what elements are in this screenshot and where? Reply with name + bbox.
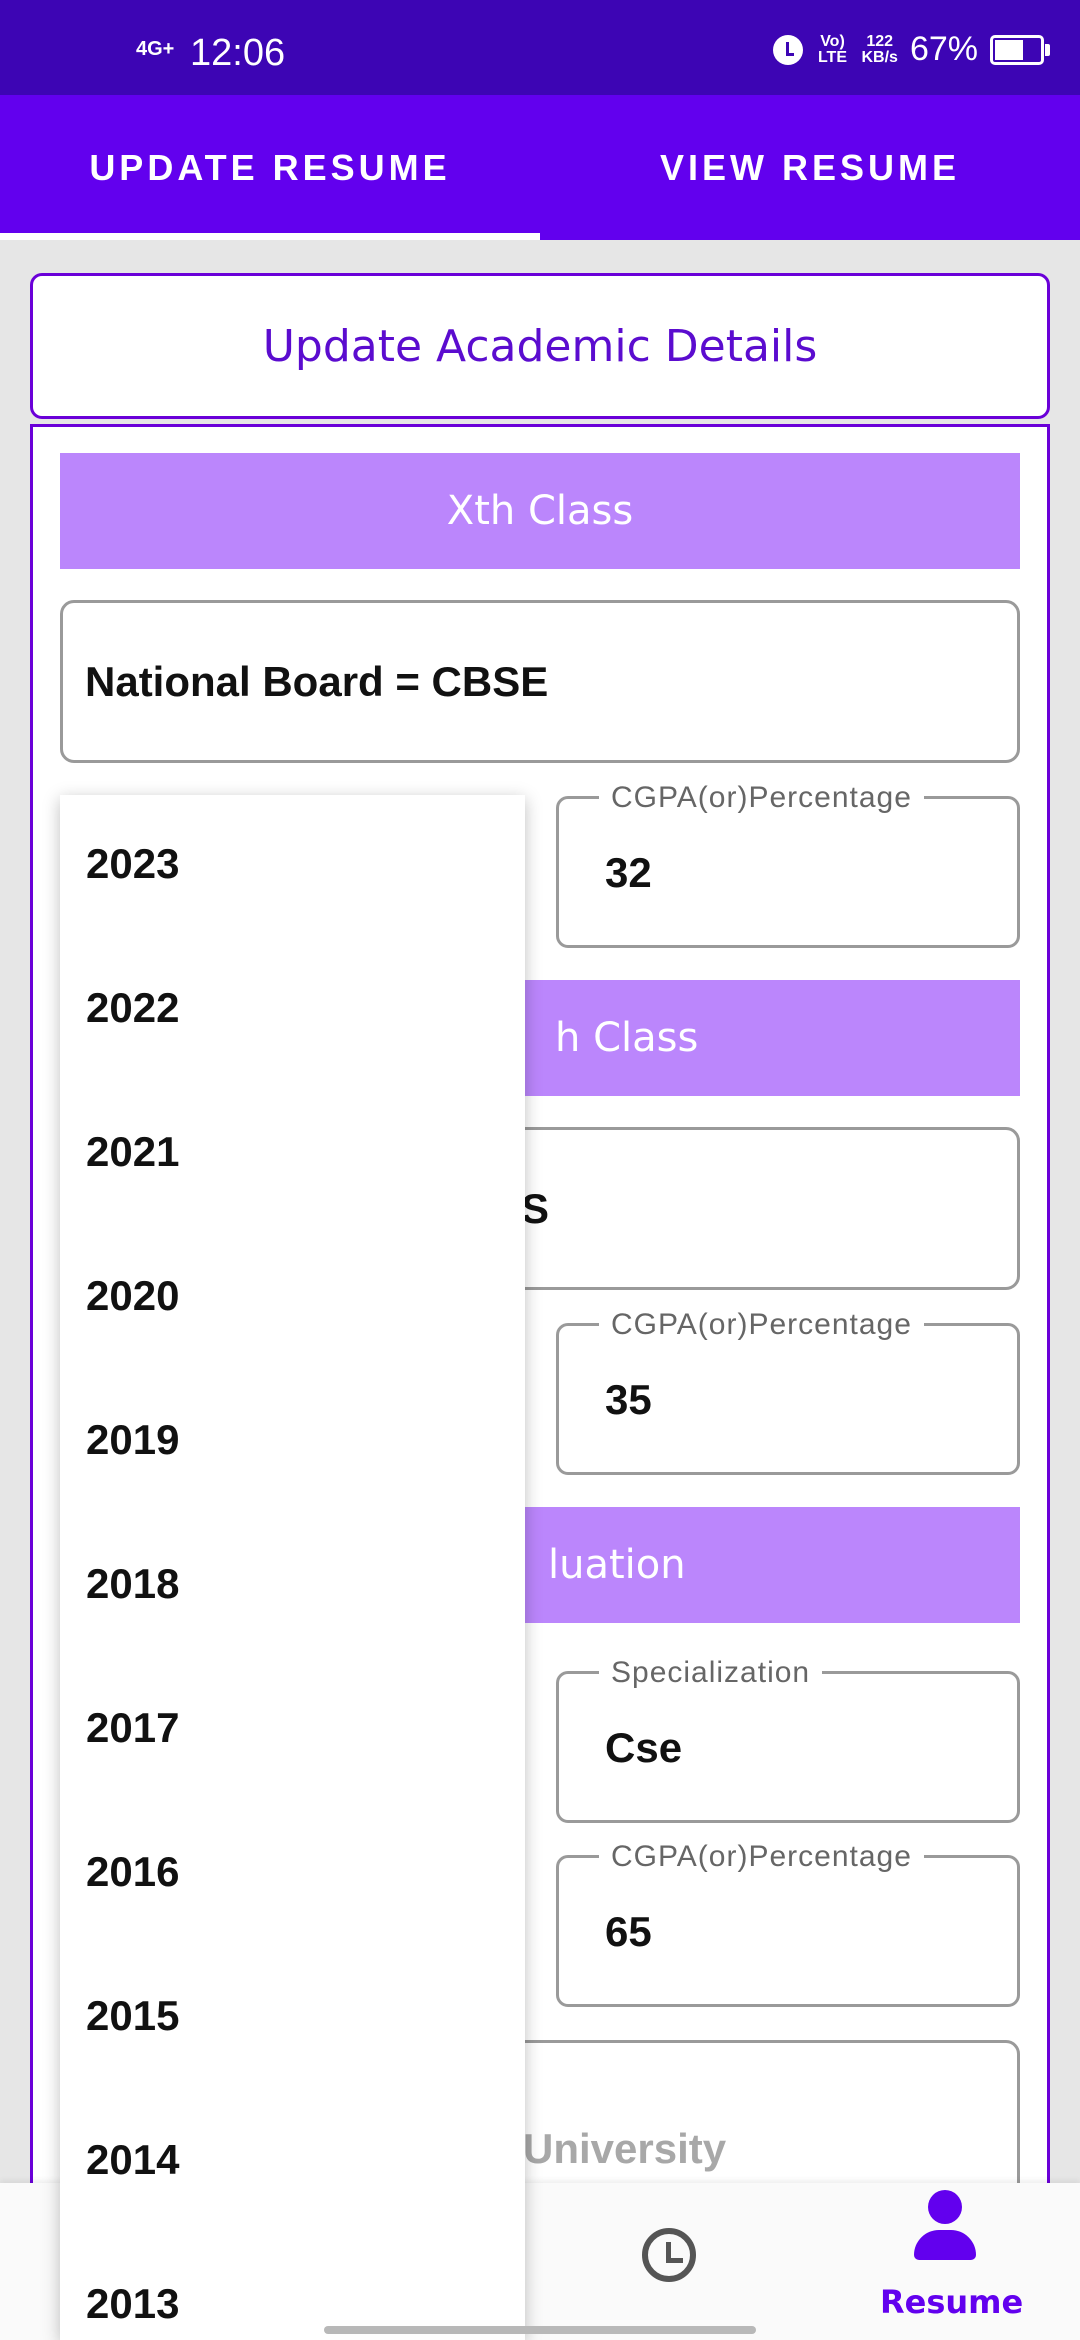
dropdown-item-year[interactable]: 2017 <box>86 1704 179 1752</box>
tab-view-resume[interactable]: VIEW RESUME <box>540 95 1080 240</box>
cgpa-field-xiith[interactable]: CGPA(or)Percentage 35 <box>556 1308 1020 1475</box>
tab-bar: UPDATE RESUME VIEW RESUME <box>0 95 1080 240</box>
section-graduation-title: luation <box>548 1542 686 1588</box>
board-select-xth[interactable]: National Board = CBSE <box>60 600 1020 763</box>
specialization-field[interactable]: Specialization Cse <box>556 1656 1020 1823</box>
nav-resume-label[interactable]: Resume <box>880 2283 1023 2321</box>
dropdown-item-year[interactable]: 2023 <box>86 840 179 888</box>
cgpa-value-xiith: 35 <box>605 1376 652 1423</box>
cgpa-value-graduation: 65 <box>605 1908 652 1955</box>
dropdown-item-year[interactable]: 2021 <box>86 1128 179 1176</box>
university-placeholder: University <box>523 2125 727 2172</box>
network-speed-value: 122 <box>866 32 894 50</box>
cgpa-label-xth: CGPA(or)Percentage <box>599 781 924 815</box>
network-indicator: 4G+ <box>136 38 175 60</box>
cgpa-label-xiith: CGPA(or)Percentage <box>599 1308 924 1342</box>
page-title: Update Academic Details <box>30 273 1050 419</box>
section-xiith-title: h Class <box>555 1015 699 1061</box>
cgpa-value-xth: 32 <box>605 849 652 896</box>
status-bar: 4G+ 12:06 Vo) LTE 122 KB/s 67% <box>0 0 1080 95</box>
battery-fill <box>995 39 1024 60</box>
battery-percent: 67% <box>909 30 978 68</box>
board-value-xiith: S <box>521 1184 550 1232</box>
dropdown-item-year[interactable]: 2013 <box>86 2280 179 2328</box>
network-speed: 122 KB/s <box>861 32 898 66</box>
home-indicator <box>324 2326 756 2334</box>
year-dropdown: 2023 2022 2021 2020 2019 2018 2017 2016 2015 2014… <box>60 795 525 2340</box>
history-icon[interactable] <box>642 2228 696 2282</box>
tab-update-resume[interactable]: UPDATE RESUME <box>0 95 540 240</box>
cgpa-field-graduation[interactable]: CGPA(or)Percentage 65 <box>556 1840 1020 2007</box>
specialization-value: Cse <box>605 1724 683 1771</box>
specialization-label: Specialization <box>599 1656 823 1690</box>
dropdown-item-year[interactable]: 2015 <box>86 1992 179 2040</box>
alarm-icon <box>773 34 804 65</box>
battery-icon <box>990 34 1050 65</box>
cgpa-label-graduation: CGPA(or)Percentage <box>599 1840 924 1874</box>
person-icon[interactable] <box>928 2190 962 2224</box>
board-value-xth: National Board = CBSE <box>85 657 549 705</box>
status-right-group: Vo) LTE 122 KB/s 67% <box>773 30 1050 69</box>
dropdown-item-year[interactable]: 2020 <box>86 1272 179 1320</box>
dropdown-item-year[interactable]: 2019 <box>86 1416 179 1464</box>
dropdown-item-year[interactable]: 2014 <box>86 2136 179 2184</box>
dropdown-item-year[interactable]: 2018 <box>86 1560 179 1608</box>
dropdown-item-year[interactable]: 2022 <box>86 984 179 1032</box>
status-time: 12:06 <box>190 32 286 74</box>
section-xth-class: Xth Class <box>60 453 1020 569</box>
dropdown-item-year[interactable]: 2016 <box>86 1848 179 1896</box>
volte-icon: Vo) LTE <box>817 32 847 66</box>
cgpa-field-xth[interactable]: CGPA(or)Percentage 32 <box>556 781 1020 948</box>
network-speed-unit: KB/s <box>861 48 898 66</box>
tab-indicator <box>0 233 540 240</box>
